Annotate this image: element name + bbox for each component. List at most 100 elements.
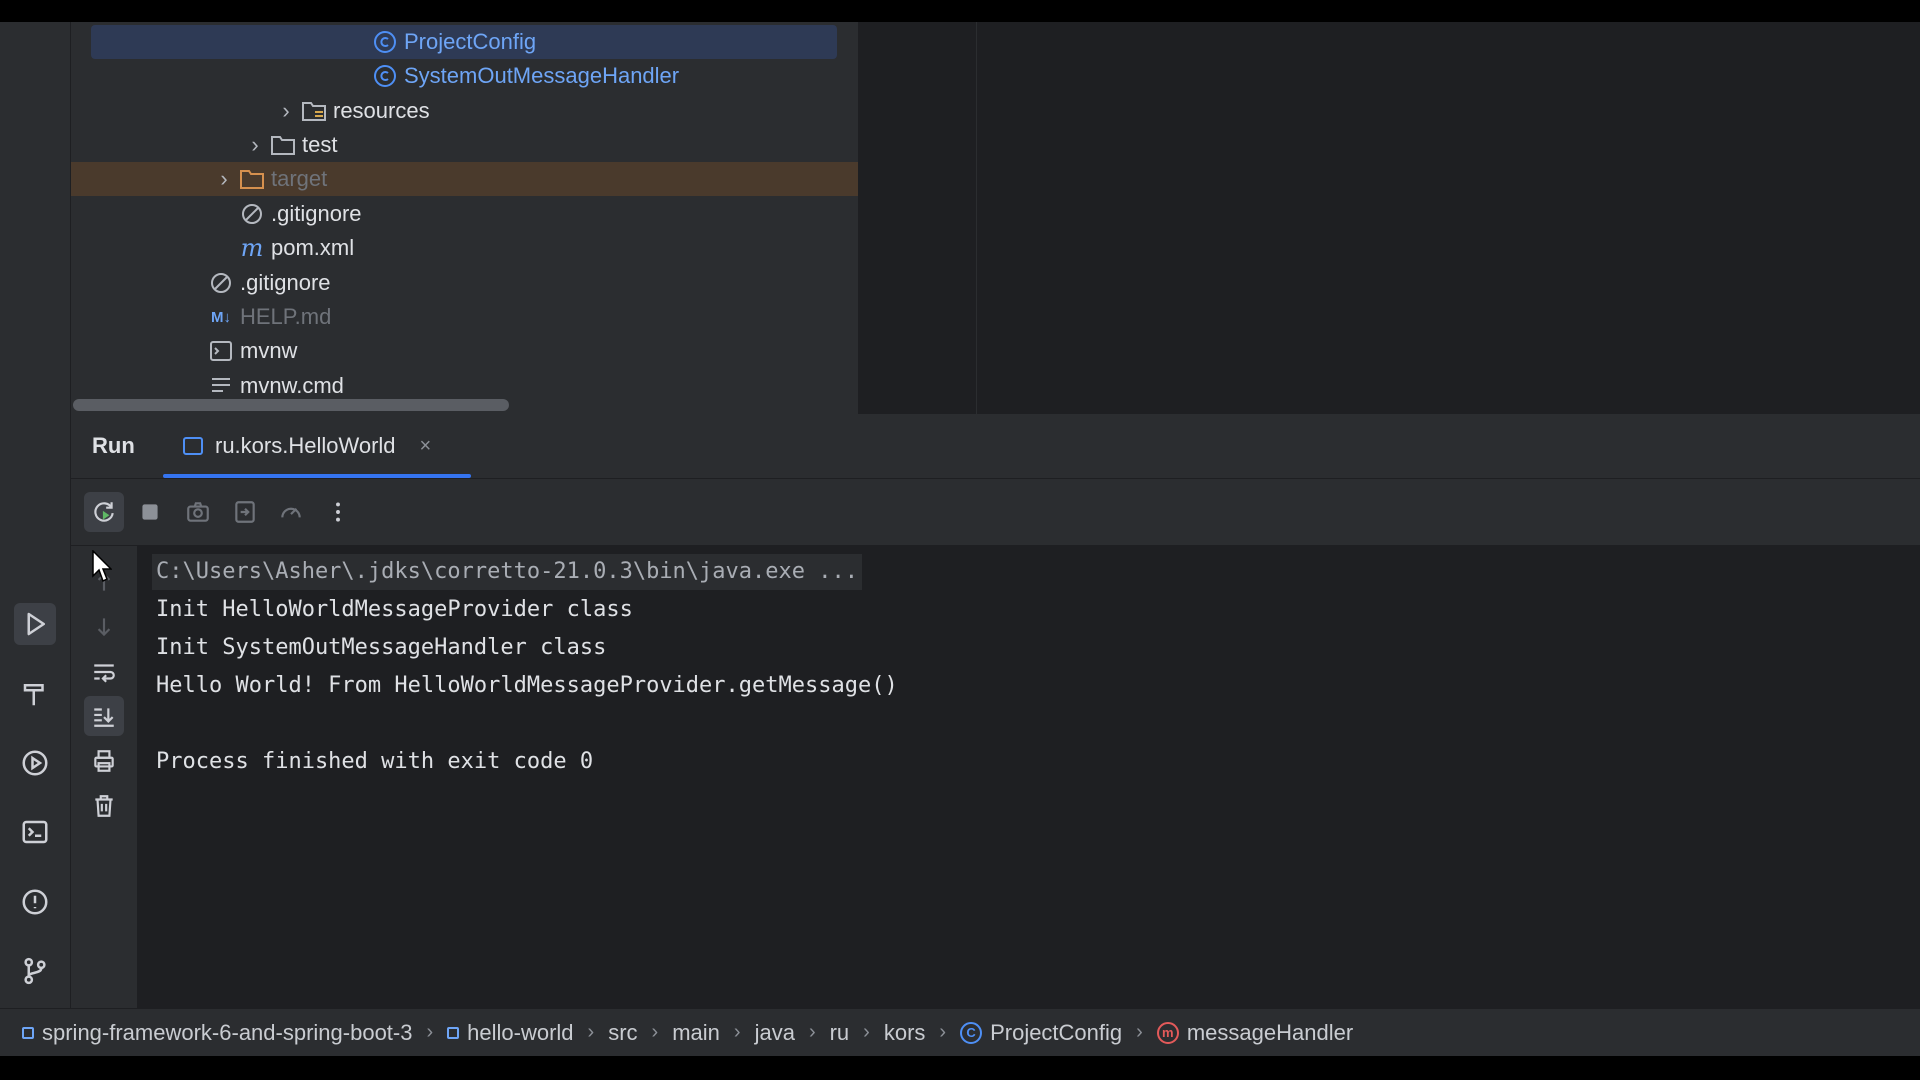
tree-item-target[interactable]: › target <box>71 162 858 196</box>
breadcrumb-item[interactable]: src › <box>608 1020 672 1046</box>
breadcrumb-item[interactable]: C ProjectConfig › <box>960 1020 1157 1046</box>
class-icon: C <box>960 1021 983 1044</box>
markdown-icon: M↓ <box>211 308 231 326</box>
module-icon <box>447 1026 460 1039</box>
clear-all-button[interactable] <box>84 786 124 826</box>
scroll-to-end-button[interactable] <box>84 696 124 736</box>
services-icon <box>22 750 48 776</box>
ignore-icon <box>206 270 236 296</box>
tree-item-label: SystemOutMessageHandler <box>404 63 680 88</box>
terminal-file-icon <box>206 338 236 364</box>
breadcrumb-item[interactable]: main › <box>672 1020 754 1046</box>
exit-icon <box>235 501 255 523</box>
tree-item-pom-xml[interactable]: m pom.xml <box>71 231 858 265</box>
console-line: Init SystemOutMessageHandler class <box>156 635 607 660</box>
navigation-bar: spring-framework-6-and-spring-boot-3 › h… <box>0 1008 1920 1056</box>
tab-active-indicator <box>163 474 471 478</box>
exit-button[interactable] <box>225 492 265 532</box>
breadcrumb-item[interactable]: spring-framework-6-and-spring-boot-3 › <box>22 1020 447 1046</box>
tree-item-label: mvnw.cmd <box>240 373 344 398</box>
chevron-right-icon: › <box>651 1021 659 1043</box>
chevron-right-icon: › <box>808 1021 816 1043</box>
breadcrumb-label: messageHandler <box>1186 1019 1354 1045</box>
console-line: Init HelloWorldMessageProvider class <box>156 597 633 622</box>
method-icon: m <box>1156 1021 1179 1044</box>
chevron-right-icon[interactable]: › <box>273 98 299 124</box>
trash-icon <box>95 795 113 817</box>
breadcrumb-item[interactable]: hello-world › <box>447 1020 608 1046</box>
run-toolbar <box>71 479 1920 546</box>
close-icon[interactable]: × <box>420 435 432 458</box>
console-command-line: C:\Users\Asher\.jdks\corretto-21.0.3\bin… <box>152 554 862 590</box>
ignore-icon <box>237 201 267 227</box>
class-icon <box>370 29 400 55</box>
chevron-right-icon[interactable]: › <box>242 132 268 158</box>
services-tool-button[interactable] <box>14 742 56 784</box>
module-icon <box>22 1026 34 1039</box>
gauge-icon <box>281 507 301 518</box>
tree-item-gitignore-module[interactable]: .gitignore <box>71 197 858 231</box>
breadcrumb-item[interactable]: m messageHandler <box>1156 1019 1354 1046</box>
git-tool-button[interactable] <box>14 950 56 992</box>
tree-item-project-config[interactable]: ProjectConfig <box>91 25 837 59</box>
chevron-right-icon[interactable]: › <box>211 166 237 192</box>
tree-item-label: test <box>302 132 338 157</box>
editor-area <box>858 22 1920 414</box>
tab-run-configuration[interactable]: ru.kors.HelloWorld × <box>163 414 471 478</box>
printer-icon <box>94 750 114 772</box>
horizontal-scrollbar[interactable] <box>73 399 509 411</box>
breadcrumb-item[interactable]: kors › <box>884 1020 960 1046</box>
rerun-icon <box>94 502 114 522</box>
console-line: Process finished with exit code 0 <box>156 749 594 774</box>
excluded-folder-icon <box>237 166 267 192</box>
more-options-button[interactable] <box>318 492 358 532</box>
tree-item-test[interactable]: › test <box>71 128 858 162</box>
run-window-title: Run <box>92 433 135 458</box>
ide-window: ProjectConfig SystemOutMessageHandler › … <box>0 22 1920 1056</box>
maven-icon: m <box>240 234 264 262</box>
tree-item-label: pom.xml <box>271 235 355 260</box>
tool-window-stripe <box>0 22 71 1008</box>
run-tool-button[interactable] <box>14 603 56 645</box>
print-button[interactable] <box>84 741 124 781</box>
text-file-icon <box>206 373 236 399</box>
build-tool-button[interactable] <box>14 673 56 715</box>
breadcrumb-item[interactable]: ru › <box>830 1020 884 1046</box>
tree-item-gitignore-root[interactable]: .gitignore <box>71 266 858 300</box>
tree-item-label: target <box>271 166 328 191</box>
git-branch-icon <box>24 957 46 985</box>
stop-button[interactable] <box>130 492 170 532</box>
soft-wrap-icon <box>94 664 115 683</box>
tree-item-mvnw[interactable]: mvnw <box>71 334 858 368</box>
rerun-button[interactable] <box>84 492 124 532</box>
soft-wrap-button[interactable] <box>84 652 124 692</box>
breadcrumb-label: ProjectConfig <box>990 1019 1123 1045</box>
class-icon <box>370 63 400 89</box>
tree-item-help-md[interactable]: M↓ HELP.md <box>71 300 858 334</box>
chevron-right-icon: › <box>587 1021 595 1043</box>
breadcrumb-label: main <box>672 1019 720 1045</box>
tree-item-mvnw-cmd[interactable]: mvnw.cmd <box>71 369 858 403</box>
problems-tool-button[interactable] <box>14 881 56 923</box>
mouse-pointer-icon <box>92 550 112 583</box>
breadcrumb-item[interactable]: java › <box>755 1020 830 1046</box>
terminal-icon <box>22 820 48 844</box>
chevron-right-icon: › <box>733 1021 741 1043</box>
tree-item-label: HELP.md <box>240 304 332 329</box>
right-margin-guide <box>976 22 977 414</box>
console-output[interactable]: C:\Users\Asher\.jdks\corretto-21.0.3\bin… <box>138 546 1920 1008</box>
breadcrumb-label: java <box>754 1019 795 1045</box>
tree-item-resources[interactable]: › resources <box>71 94 858 128</box>
stop-icon <box>142 504 158 520</box>
hammer-icon <box>23 684 44 706</box>
application-icon <box>183 437 203 455</box>
breadcrumb-label: kors <box>883 1019 926 1045</box>
terminal-tool-button[interactable] <box>14 811 56 853</box>
dump-threads-button[interactable] <box>178 492 218 532</box>
breadcrumb-label: hello-world <box>467 1019 574 1045</box>
breadcrumb-label: spring-framework-6-and-spring-boot-3 <box>42 1019 413 1045</box>
project-tree: ProjectConfig SystemOutMessageHandler › … <box>71 22 858 414</box>
profiler-button[interactable] <box>271 492 311 532</box>
tree-item-system-out-message-handler[interactable]: SystemOutMessageHandler <box>71 59 858 93</box>
scroll-down-button[interactable] <box>84 607 124 647</box>
